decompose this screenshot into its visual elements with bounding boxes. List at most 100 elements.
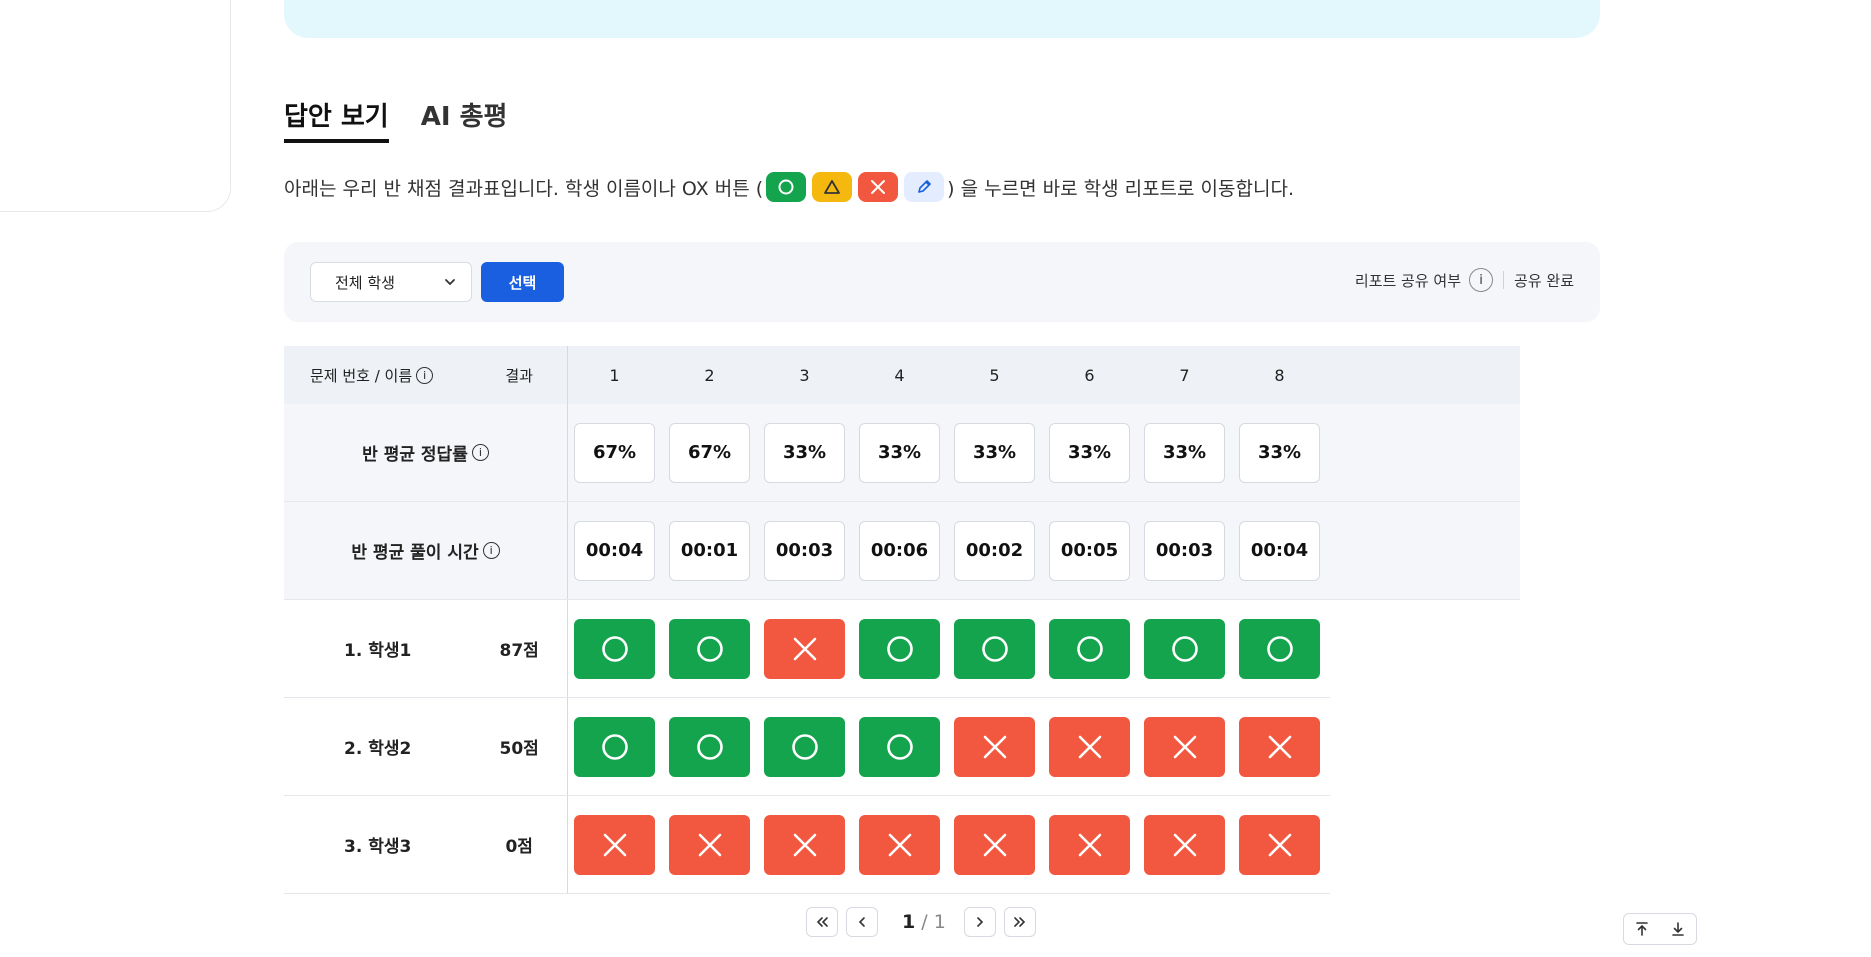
- question-number: 1: [609, 365, 620, 385]
- current-page: 1: [902, 911, 916, 933]
- avg-rate-left: 반 평균 정답률 i: [284, 404, 568, 501]
- x-icon: [1173, 833, 1196, 856]
- table-header: 문제 번호 / 이름 i 결과 1 2 3 4 5 6 7 8: [284, 346, 1520, 404]
- x-icon: [1078, 735, 1101, 758]
- prev-page-button[interactable]: [846, 907, 878, 937]
- avg-rate-cell: 33%: [764, 422, 845, 483]
- avg-rate-label-text: 반 평균 정답률: [362, 445, 468, 465]
- student-name[interactable]: 2. 학생2: [284, 734, 471, 759]
- scroll-top-button[interactable]: [1624, 914, 1660, 944]
- correct-mark-button[interactable]: [1239, 618, 1320, 679]
- student-score: 0점: [505, 837, 533, 857]
- avg-rate-cell: 33%: [1239, 422, 1320, 483]
- avg-time-left: 반 평균 풀이 시간 i: [284, 502, 568, 599]
- tab-ai-review[interactable]: AI 총평: [421, 96, 508, 143]
- student-mark-cells: [568, 618, 1320, 679]
- circle-icon: [766, 172, 807, 202]
- sidebar-card: [0, 0, 231, 212]
- wrong-mark-button[interactable]: [954, 814, 1035, 875]
- student-name[interactable]: 3. 학생3: [284, 832, 471, 857]
- wrong-mark-button[interactable]: [1239, 716, 1320, 777]
- header-left: 문제 번호 / 이름 i 결과: [284, 346, 568, 404]
- student-score: 87점: [499, 641, 539, 661]
- info-icon[interactable]: i: [416, 366, 434, 384]
- chevron-right-icon: [977, 917, 983, 927]
- student-row: 3. 학생3 0점: [284, 796, 1330, 894]
- x-icon: [698, 833, 721, 856]
- avg-rate-cell: 33%: [859, 422, 940, 483]
- chevron-down-icon: [443, 275, 457, 293]
- wrong-mark-button[interactable]: [1144, 814, 1225, 875]
- x-icon: [858, 172, 899, 202]
- wrong-mark-button[interactable]: [669, 814, 750, 875]
- circle-icon: [1171, 635, 1198, 662]
- correct-mark-button[interactable]: [859, 716, 940, 777]
- info-icon[interactable]: i: [1469, 268, 1494, 292]
- info-icon[interactable]: i: [471, 444, 489, 461]
- triangle-icon: [812, 172, 853, 202]
- circle-icon: [981, 635, 1008, 662]
- x-icon: [603, 833, 626, 856]
- correct-mark-button[interactable]: [764, 716, 845, 777]
- header-result: 결과: [505, 366, 533, 385]
- share-status: 공유 완료: [1514, 271, 1574, 290]
- avg-time-row: 반 평균 풀이 시간 i 00:04 00:01 00:03 00:06 00:02 00…: [284, 502, 1520, 600]
- next-page-button[interactable]: [963, 907, 996, 937]
- wrong-mark-button[interactable]: [859, 814, 940, 875]
- x-icon: [1268, 735, 1291, 758]
- scroll-bottom-button[interactable]: [1660, 914, 1696, 944]
- x-icon: [1268, 833, 1291, 856]
- avg-time-cell: 00:01: [669, 520, 750, 581]
- avg-time-cell: 00:05: [1049, 520, 1130, 581]
- share-label: 리포트 공유 여부: [1354, 271, 1462, 290]
- tab-answers[interactable]: 답안 보기: [284, 96, 389, 143]
- divider: [1503, 271, 1505, 289]
- pagination: 1 / 1: [806, 907, 1044, 937]
- student-name[interactable]: 1. 학생1: [284, 636, 471, 661]
- pencil-icon: [904, 172, 945, 202]
- correct-mark-button[interactable]: [574, 618, 655, 679]
- total-pages: 1: [933, 911, 946, 933]
- correct-mark-button[interactable]: [1144, 618, 1225, 679]
- x-icon: [793, 637, 816, 660]
- correct-mark-button[interactable]: [859, 618, 940, 679]
- double-chevron-left-icon: [816, 917, 828, 927]
- wrong-mark-button[interactable]: [574, 814, 655, 875]
- student-select[interactable]: 전체 학생: [310, 262, 472, 302]
- wrong-mark-button[interactable]: [1049, 814, 1130, 875]
- student-left: 3. 학생3 0점: [284, 796, 568, 893]
- circle-icon: [886, 733, 913, 760]
- wrong-mark-button[interactable]: [1144, 716, 1225, 777]
- info-icon[interactable]: i: [482, 542, 500, 559]
- correct-mark-button[interactable]: [669, 716, 750, 777]
- page-separator: /: [915, 911, 934, 933]
- wrong-mark-button[interactable]: [764, 618, 845, 679]
- circle-icon: [1266, 635, 1293, 662]
- wrong-mark-button[interactable]: [1239, 814, 1320, 875]
- first-page-button[interactable]: [806, 907, 838, 937]
- wrong-mark-button[interactable]: [954, 716, 1035, 777]
- scroll-controls: [1623, 913, 1697, 945]
- header-name-label: 문제 번호 / 이름: [310, 366, 413, 385]
- description-after: ) 을 누르면 바로 학생 리포트로 이동합니다.: [947, 177, 1294, 200]
- avg-time-cell: 00:04: [574, 520, 655, 581]
- header-question-numbers: 1 2 3 4 5 6 7 8: [568, 366, 1320, 385]
- correct-mark-button[interactable]: [1049, 618, 1130, 679]
- report-share: 리포트 공유 여부 i 공유 완료: [1355, 268, 1574, 292]
- x-icon: [888, 833, 911, 856]
- avg-rate-row: 반 평균 정답률 i 67% 67% 33% 33% 33% 33% 33% 33%: [284, 404, 1520, 502]
- correct-mark-button[interactable]: [574, 716, 655, 777]
- select-button[interactable]: 선택: [481, 262, 564, 302]
- question-number: 4: [894, 365, 905, 385]
- arrow-to-bottom-icon: [1672, 922, 1684, 936]
- wrong-mark-button[interactable]: [764, 814, 845, 875]
- wrong-mark-button[interactable]: [1049, 716, 1130, 777]
- correct-mark-button[interactable]: [954, 618, 1035, 679]
- student-left: 1. 학생1 87점: [284, 600, 568, 697]
- last-page-button[interactable]: [1003, 907, 1036, 937]
- avg-rate-cell: 33%: [954, 422, 1035, 483]
- avg-time-cell: 00:06: [859, 520, 940, 581]
- correct-mark-button[interactable]: [669, 618, 750, 679]
- double-chevron-right-icon: [1014, 917, 1025, 927]
- student-mark-cells: [568, 814, 1320, 875]
